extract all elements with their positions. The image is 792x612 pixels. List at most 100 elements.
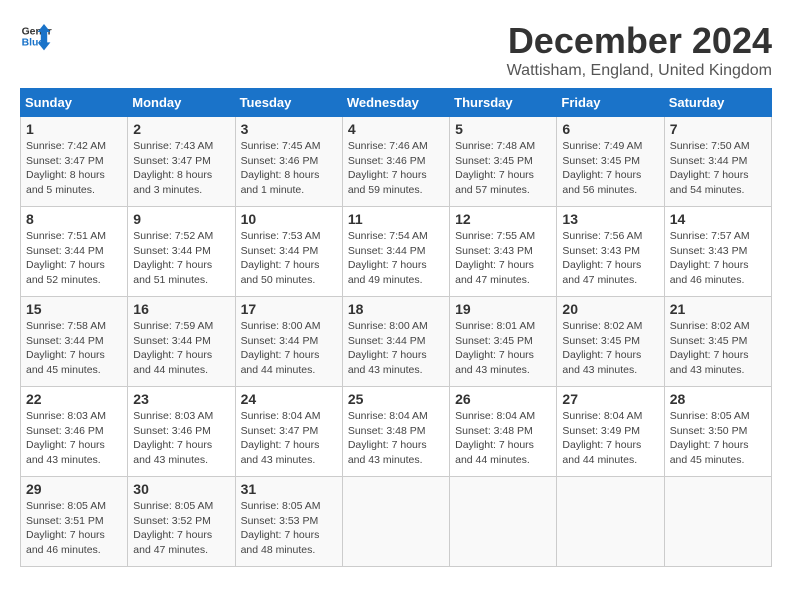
day-number: 16 <box>133 301 229 317</box>
calendar-cell: 24 Sunrise: 8:04 AMSunset: 3:47 PMDayligh… <box>235 387 342 477</box>
day-info: Sunrise: 7:54 AMSunset: 3:44 PMDaylight:… <box>348 229 444 288</box>
calendar-cell: 12Sunrise: 7:55 AMSunset: 3:43 PMDayligh… <box>450 207 557 297</box>
calendar-cell: 29 Sunrise: 8:05 AMSunset: 3:51 PMDayligh… <box>21 477 128 567</box>
day-number: 14 <box>670 211 766 227</box>
calendar-cell: 30 Sunrise: 8:05 AMSunset: 3:52 PMDayligh… <box>128 477 235 567</box>
day-number: 1 <box>26 121 122 137</box>
day-info: Sunrise: 7:53 AMSunset: 3:44 PMDaylight:… <box>241 229 337 288</box>
day-number: 25 <box>348 391 444 407</box>
day-info: Sunrise: 8:04 AMSunset: 3:49 PMDaylight:… <box>562 409 658 468</box>
day-info: Sunrise: 7:52 AMSunset: 3:44 PMDaylight:… <box>133 229 229 288</box>
day-number: 8 <box>26 211 122 227</box>
calendar-cell: 7Sunrise: 7:50 AMSunset: 3:44 PMDaylight… <box>664 117 771 207</box>
day-number: 21 <box>670 301 766 317</box>
day-info: Sunrise: 7:51 AMSunset: 3:44 PMDaylight:… <box>26 229 122 288</box>
day-info: Sunrise: 7:58 AMSunset: 3:44 PMDaylight:… <box>26 319 122 378</box>
day-info: Sunrise: 7:55 AMSunset: 3:43 PMDaylight:… <box>455 229 551 288</box>
day-header-thursday: Thursday <box>450 89 557 117</box>
day-number: 3 <box>241 121 337 137</box>
calendar-cell <box>450 477 557 567</box>
logo: General Blue <box>20 20 52 52</box>
week-row-3: 15 Sunrise: 7:58 AMSunset: 3:44 PMDayligh… <box>21 297 772 387</box>
calendar-cell: 21 Sunrise: 8:02 AMSunset: 3:45 PMDayligh… <box>664 297 771 387</box>
week-row-4: 22 Sunrise: 8:03 AMSunset: 3:46 PMDayligh… <box>21 387 772 477</box>
day-number: 10 <box>241 211 337 227</box>
calendar-cell: 13Sunrise: 7:56 AMSunset: 3:43 PMDayligh… <box>557 207 664 297</box>
day-header-sunday: Sunday <box>21 89 128 117</box>
calendar-cell <box>664 477 771 567</box>
day-info: Sunrise: 8:00 AMSunset: 3:44 PMDaylight:… <box>241 319 337 378</box>
week-row-2: 8 Sunrise: 7:51 AMSunset: 3:44 PMDaylight… <box>21 207 772 297</box>
calendar-cell: 18 Sunrise: 8:00 AMSunset: 3:44 PMDayligh… <box>342 297 449 387</box>
calendar-cell: 11 Sunrise: 7:54 AMSunset: 3:44 PMDayligh… <box>342 207 449 297</box>
calendar-cell: 22 Sunrise: 8:03 AMSunset: 3:46 PMDayligh… <box>21 387 128 477</box>
calendar-table: SundayMondayTuesdayWednesdayThursdayFrid… <box>20 88 772 567</box>
week-row-1: 1 Sunrise: 7:42 AMSunset: 3:47 PMDaylight… <box>21 117 772 207</box>
day-number: 15 <box>26 301 122 317</box>
day-number: 29 <box>26 481 122 497</box>
day-info: Sunrise: 7:50 AMSunset: 3:44 PMDaylight:… <box>670 139 766 198</box>
calendar-cell: 16 Sunrise: 7:59 AMSunset: 3:44 PMDayligh… <box>128 297 235 387</box>
day-info: Sunrise: 8:04 AMSunset: 3:48 PMDaylight:… <box>348 409 444 468</box>
day-info: Sunrise: 8:01 AMSunset: 3:45 PMDaylight:… <box>455 319 551 378</box>
day-number: 19 <box>455 301 551 317</box>
day-number: 9 <box>133 211 229 227</box>
calendar-cell: 5Sunrise: 7:48 AMSunset: 3:45 PMDaylight… <box>450 117 557 207</box>
week-row-5: 29 Sunrise: 8:05 AMSunset: 3:51 PMDayligh… <box>21 477 772 567</box>
calendar-cell: 26 Sunrise: 8:04 AMSunset: 3:48 PMDayligh… <box>450 387 557 477</box>
logo-icon: General Blue <box>20 20 52 52</box>
day-number: 28 <box>670 391 766 407</box>
day-info: Sunrise: 7:46 AMSunset: 3:46 PMDaylight:… <box>348 139 444 198</box>
day-number: 26 <box>455 391 551 407</box>
day-number: 4 <box>348 121 444 137</box>
day-info: Sunrise: 8:04 AMSunset: 3:47 PMDaylight:… <box>241 409 337 468</box>
day-number: 22 <box>26 391 122 407</box>
day-info: Sunrise: 8:05 AMSunset: 3:50 PMDaylight:… <box>670 409 766 468</box>
calendar-cell: 25 Sunrise: 8:04 AMSunset: 3:48 PMDayligh… <box>342 387 449 477</box>
day-info: Sunrise: 8:03 AMSunset: 3:46 PMDaylight:… <box>133 409 229 468</box>
calendar-cell: 20 Sunrise: 8:02 AMSunset: 3:45 PMDayligh… <box>557 297 664 387</box>
day-info: Sunrise: 7:43 AMSunset: 3:47 PMDaylight:… <box>133 139 229 198</box>
day-info: Sunrise: 7:49 AMSunset: 3:45 PMDaylight:… <box>562 139 658 198</box>
calendar-cell <box>342 477 449 567</box>
day-info: Sunrise: 8:04 AMSunset: 3:48 PMDaylight:… <box>455 409 551 468</box>
day-number: 18 <box>348 301 444 317</box>
day-header-saturday: Saturday <box>664 89 771 117</box>
day-number: 23 <box>133 391 229 407</box>
day-info: Sunrise: 8:02 AMSunset: 3:45 PMDaylight:… <box>670 319 766 378</box>
day-number: 17 <box>241 301 337 317</box>
day-info: Sunrise: 7:42 AMSunset: 3:47 PMDaylight:… <box>26 139 122 198</box>
calendar-cell: 31 Sunrise: 8:05 AMSunset: 3:53 PMDayligh… <box>235 477 342 567</box>
day-number: 30 <box>133 481 229 497</box>
month-title: December 2024 <box>507 20 772 62</box>
day-number: 11 <box>348 211 444 227</box>
calendar-cell: 15 Sunrise: 7:58 AMSunset: 3:44 PMDayligh… <box>21 297 128 387</box>
day-header-tuesday: Tuesday <box>235 89 342 117</box>
calendar-cell: 14Sunrise: 7:57 AMSunset: 3:43 PMDayligh… <box>664 207 771 297</box>
day-info: Sunrise: 8:03 AMSunset: 3:46 PMDaylight:… <box>26 409 122 468</box>
day-info: Sunrise: 8:02 AMSunset: 3:45 PMDaylight:… <box>562 319 658 378</box>
location-subtitle: Wattisham, England, United Kingdom <box>507 62 772 80</box>
calendar-cell <box>557 477 664 567</box>
day-header-wednesday: Wednesday <box>342 89 449 117</box>
day-header-monday: Monday <box>128 89 235 117</box>
day-number: 20 <box>562 301 658 317</box>
day-number: 24 <box>241 391 337 407</box>
day-info: Sunrise: 8:05 AMSunset: 3:51 PMDaylight:… <box>26 499 122 558</box>
day-info: Sunrise: 8:05 AMSunset: 3:53 PMDaylight:… <box>241 499 337 558</box>
day-number: 13 <box>562 211 658 227</box>
calendar-cell: 23 Sunrise: 8:03 AMSunset: 3:46 PMDayligh… <box>128 387 235 477</box>
day-number: 2 <box>133 121 229 137</box>
day-number: 31 <box>241 481 337 497</box>
calendar-cell: 1 Sunrise: 7:42 AMSunset: 3:47 PMDaylight… <box>21 117 128 207</box>
day-info: Sunrise: 8:00 AMSunset: 3:44 PMDaylight:… <box>348 319 444 378</box>
calendar-cell: 10 Sunrise: 7:53 AMSunset: 3:44 PMDayligh… <box>235 207 342 297</box>
day-info: Sunrise: 7:59 AMSunset: 3:44 PMDaylight:… <box>133 319 229 378</box>
calendar-cell: 27Sunrise: 8:04 AMSunset: 3:49 PMDayligh… <box>557 387 664 477</box>
title-block: December 2024 Wattisham, England, United… <box>507 20 772 80</box>
calendar-cell: 17 Sunrise: 8:00 AMSunset: 3:44 PMDayligh… <box>235 297 342 387</box>
day-number: 5 <box>455 121 551 137</box>
calendar-cell: 6 Sunrise: 7:49 AMSunset: 3:45 PMDaylight… <box>557 117 664 207</box>
day-info: Sunrise: 8:05 AMSunset: 3:52 PMDaylight:… <box>133 499 229 558</box>
day-number: 6 <box>562 121 658 137</box>
